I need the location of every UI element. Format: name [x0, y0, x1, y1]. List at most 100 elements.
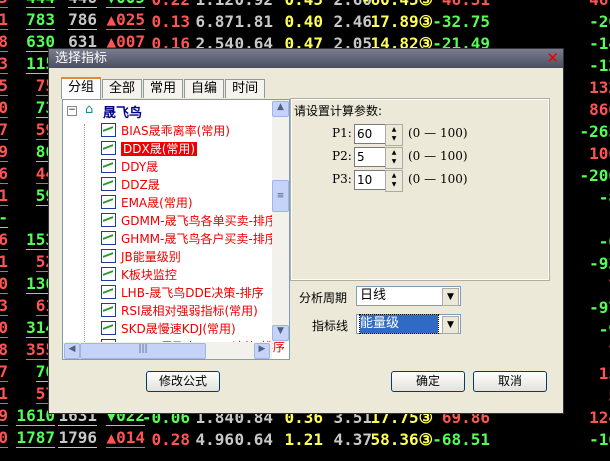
- line-value: 能量级: [359, 314, 439, 334]
- tree-item[interactable]: BIAS晟乖离率(常用): [101, 122, 230, 140]
- quote-cell: 0.45: [284, 0, 323, 11]
- tree-item-label: EMA晟(常用): [121, 196, 193, 210]
- chart-icon: [101, 195, 116, 209]
- chart-icon: [101, 141, 116, 155]
- vertical-scrollbar[interactable]: ▲ ≡ ▼: [272, 100, 289, 342]
- quote-cell: 1787: [16, 428, 55, 448]
- quote-cell: 9: [0, 142, 8, 162]
- quote-cell: 124: [589, 408, 610, 427]
- param-name: P2:: [332, 149, 352, 163]
- quote-cell: 8: [0, 32, 8, 52]
- tree-item-label: BIAS晟乖离率(常用): [121, 124, 230, 138]
- quote-cell: 4.37: [333, 430, 372, 449]
- tab-time[interactable]: 时间: [225, 79, 266, 98]
- scroll-left-icon[interactable]: ◀: [64, 343, 80, 359]
- chart-icon: [101, 285, 116, 299]
- tree-item-label: DDY晟: [121, 160, 159, 174]
- select-indicator-dialog: 选择指标 ✕ 分组 全部 常用 自编 时间 − ⌂ 晟飞鸟 BIAS晟乖离率(常用…: [48, 48, 564, 414]
- quote-cell: 0.13: [151, 12, 190, 31]
- param-range: (0 — 100): [408, 149, 468, 163]
- indicator-tree: − ⌂ 晟飞鸟 BIAS晟乖离率(常用) DDX晟(常用) DDY晟 DDZ晟 EMA晟…: [62, 99, 290, 360]
- tree-item[interactable]: GHMM-晟飞鸟各户买卖-排序: [101, 230, 277, 248]
- param-input[interactable]: 10: [354, 170, 386, 190]
- collapse-icon[interactable]: −: [67, 106, 77, 116]
- tree-item[interactable]: LHB-晟飞鸟DDE决策-排序: [101, 284, 264, 302]
- quote-cell: 0.92: [234, 0, 273, 11]
- quote-cell: 0: [0, 274, 8, 294]
- tree-item[interactable]: GDMM-晟飞鸟各单买卖-排序: [101, 212, 277, 230]
- tree-item-label: DDZ晟: [121, 178, 160, 192]
- tree-item[interactable]: DDX晟(常用): [101, 140, 198, 158]
- modify-formula-button[interactable]: 修改公式: [146, 371, 220, 392]
- param-name: P1:: [332, 126, 352, 140]
- ok-button[interactable]: 确定: [391, 371, 465, 392]
- tab-all[interactable]: 全部: [102, 79, 143, 98]
- tree-item[interactable]: DDZ晟: [101, 176, 160, 194]
- close-icon[interactable]: ✕: [546, 50, 559, 67]
- chart-icon: [101, 123, 116, 137]
- param-name: P3:: [332, 172, 352, 186]
- quote-cell: 469: [589, 0, 610, 11]
- chart-icon: [101, 303, 116, 317]
- quote-cell: 0.22: [151, 0, 190, 11]
- period-select[interactable]: 日线 ▼: [356, 286, 461, 306]
- tree-item-label: LHB-晟飞鸟DDE决策-排序: [121, 286, 264, 300]
- quote-cell: -: [0, 209, 8, 228]
- quote-cell: -8: [598, 188, 610, 207]
- param-range: (0 — 100): [408, 172, 468, 186]
- cancel-button[interactable]: 取消: [473, 371, 547, 392]
- params-label: 请设置计算参数:: [294, 104, 383, 118]
- quote-cell: 6: [0, 164, 8, 184]
- quote-row[interactable]: 0 1787 1796 ▲014 0.28 4.96 0.64 1.21 4.37 58.36③ -…: [0, 429, 610, 451]
- quote-cell: 5: [0, 76, 8, 96]
- tree-item-label: GHMM-晟飞鸟各户买卖-排序: [121, 232, 277, 246]
- tree-item[interactable]: JB能量级别: [101, 248, 181, 266]
- quote-cell: 783: [26, 10, 55, 30]
- tree-item-label: SKD晟慢速KDJ(常用): [121, 322, 236, 336]
- tab-common[interactable]: 常用: [143, 79, 184, 98]
- spinner[interactable]: ▲ ▼: [385, 124, 403, 146]
- spinner[interactable]: ▲ ▼: [385, 170, 403, 192]
- chart-icon: [101, 231, 116, 245]
- line-select[interactable]: 能量级 ▼: [356, 314, 461, 334]
- scroll-up-icon[interactable]: ▲: [272, 101, 289, 117]
- param-range: (0 — 100): [408, 126, 468, 140]
- quote-cell: 3: [0, 54, 8, 74]
- param-input[interactable]: 5: [354, 147, 386, 167]
- spinner[interactable]: ▲ ▼: [385, 147, 403, 169]
- quote-cell: 1796: [58, 428, 97, 448]
- quote-cell: 0: [0, 98, 8, 118]
- quote-cell: -93: [589, 254, 610, 273]
- tree-item[interactable]: EMA晟(常用): [101, 194, 193, 212]
- quote-cell: ▲025: [106, 10, 145, 30]
- quote-cell: 0.64: [234, 430, 273, 449]
- tab-group[interactable]: 分组: [61, 77, 102, 99]
- horizontal-scrollbar[interactable]: ◀ ||| ▶: [63, 342, 272, 359]
- tree-root[interactable]: 晟飞鸟: [103, 102, 142, 121]
- tree-item[interactable]: K板块监控: [101, 266, 177, 284]
- scroll-right-icon[interactable]: ▶: [254, 343, 270, 359]
- params-group: 请设置计算参数: P1: 60 ▲ ▼ (0 — 100) P2: 5 ▲ ▼ (0 — 100)…: [290, 98, 550, 281]
- tree-item[interactable]: RSI晟相对强弱指标(常用): [101, 302, 258, 320]
- quote-row[interactable]: 1 783 786 ▲025 0.13 6.87 1.81 0.40 2.46 17.89③ -32…: [0, 11, 610, 33]
- chart-icon: [101, 249, 116, 263]
- tab-custom[interactable]: 自编: [184, 79, 225, 98]
- line-label: 指标线: [312, 319, 349, 333]
- chart-icon: [101, 159, 116, 173]
- quote-cell: 1: [0, 10, 8, 30]
- tree-item[interactable]: SKD晟慢速KDJ(常用): [101, 320, 236, 338]
- tree-item-label: RSI晟相对强弱指标(常用): [121, 304, 258, 318]
- scroll-down-icon[interactable]: ▼: [272, 325, 289, 341]
- tree-item-label: K板块监控: [121, 268, 177, 282]
- quote-cell: 0.28: [151, 430, 190, 449]
- quote-cell: 446: [68, 0, 97, 8]
- quote-cell: -14: [589, 34, 610, 53]
- scroll-thumb[interactable]: ≡: [272, 180, 289, 212]
- quote-cell: 58.36③: [370, 430, 433, 449]
- chevron-down-icon[interactable]: ▼: [442, 316, 459, 334]
- chevron-down-icon[interactable]: ▼: [442, 288, 459, 306]
- param-input[interactable]: 60: [354, 124, 386, 144]
- hscroll-thumb[interactable]: |||: [80, 343, 206, 359]
- quote-cell: 6: [0, 230, 8, 250]
- tree-item[interactable]: DDY晟: [101, 158, 158, 176]
